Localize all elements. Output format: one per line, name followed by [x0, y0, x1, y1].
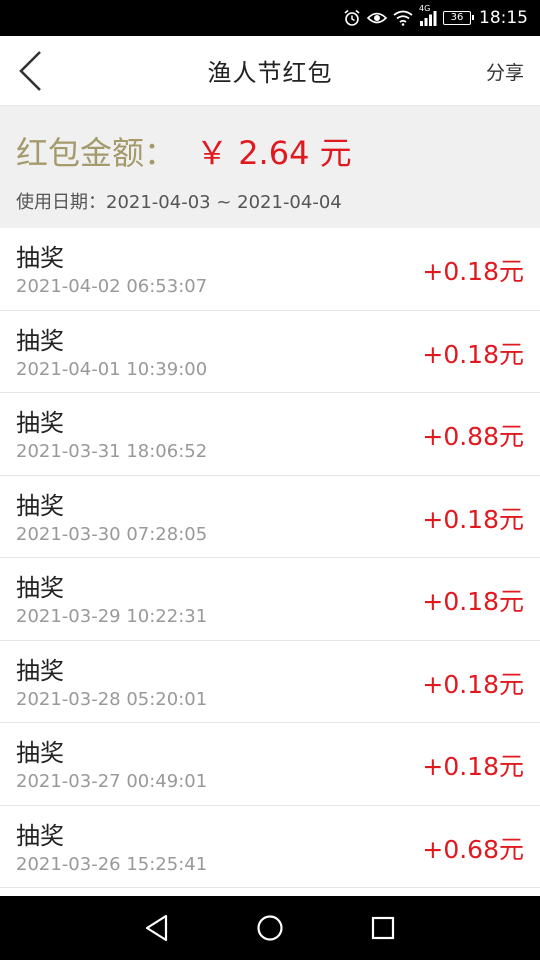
- record-time: 2021-03-29 10:22:31: [16, 606, 208, 627]
- battery-icon: 36: [443, 11, 474, 25]
- list-item[interactable]: 抽奖 2021-03-31 18:06:52 +0.88元: [0, 393, 540, 476]
- chevron-left-icon: [19, 51, 41, 91]
- share-button[interactable]: 分享: [486, 58, 524, 85]
- list-item[interactable]: 抽奖 2021-03-30 07:28:05 +0.18元: [0, 475, 540, 558]
- battery-level: 36: [443, 11, 474, 25]
- record-title: 抽奖: [16, 574, 64, 602]
- record-amount: +0.18元: [422, 587, 524, 616]
- record-title: 抽奖: [16, 491, 64, 520]
- record-time: 2021-03-27 00:49:01: [16, 771, 208, 792]
- nav-back-button[interactable]: [127, 898, 187, 958]
- amount-label: 红包金额：: [16, 134, 177, 172]
- home-circle-icon: [257, 915, 283, 941]
- record-time: 2021-03-28 05:20:01: [16, 688, 208, 710]
- record-title: 抽奖: [16, 739, 64, 767]
- record-title: 抽奖: [16, 409, 64, 437]
- list-item[interactable]: 抽奖 2021-03-26 15:25:41 +0.68元: [0, 805, 540, 888]
- alarm-icon: [343, 9, 361, 27]
- record-title: 抽奖: [16, 326, 64, 355]
- back-button[interactable]: [8, 46, 52, 96]
- amount-value: ￥ 2.64 元: [196, 134, 352, 172]
- record-time: 2021-03-31 18:06:52: [16, 441, 208, 462]
- list-item[interactable]: 抽奖 2021-03-27 00:49:01 +0.18元: [0, 723, 540, 806]
- record-amount: +0.18元: [422, 752, 524, 781]
- record-time: 2021-04-02 06:53:07: [16, 276, 208, 297]
- record-amount: +0.18元: [422, 504, 524, 534]
- wifi-icon: [393, 10, 413, 26]
- list-item[interactable]: 抽奖 2021-04-02 06:53:07 +0.18元: [0, 228, 540, 311]
- system-nav-bar: [0, 896, 540, 960]
- record-amount: +0.68元: [422, 834, 524, 864]
- back-triangle-icon: [145, 914, 167, 942]
- record-title: 抽奖: [16, 656, 64, 685]
- nav-home-button[interactable]: [240, 898, 300, 958]
- record-time: 2021-03-26 15:25:41: [16, 853, 208, 875]
- record-amount: +0.18元: [422, 257, 524, 286]
- record-amount: +0.88元: [422, 422, 524, 451]
- page-title: 渔人节红包: [207, 59, 333, 87]
- record-title: 抽奖: [16, 244, 64, 272]
- status-time: 18:15: [479, 8, 528, 28]
- amount-line: 红包金额： ￥ 2.64 元: [16, 128, 524, 174]
- signal-icon: 4G: [419, 4, 437, 26]
- list-item[interactable]: 抽奖 2021-03-28 05:20:01 +0.18元: [0, 640, 540, 723]
- record-time: 2021-04-01 10:39:00: [16, 358, 208, 380]
- list-item[interactable]: 抽奖 2021-04-01 10:39:00 +0.18元: [0, 310, 540, 393]
- nav-recents-button[interactable]: [353, 898, 413, 958]
- status-bar: 4G 36 18:15: [0, 0, 540, 36]
- record-amount: +0.18元: [422, 669, 524, 699]
- record-time: 2021-03-30 07:28:05: [16, 523, 208, 545]
- network-type: 4G: [419, 4, 431, 13]
- recents-square-icon: [372, 916, 395, 940]
- record-title: 抽奖: [16, 821, 64, 850]
- red-packet-summary: 红包金额： ￥ 2.64 元 使用日期：2021-04-03 ~ 2021-04…: [0, 106, 540, 228]
- validity-date: 使用日期：2021-04-03 ~ 2021-04-04: [16, 192, 342, 213]
- list-item[interactable]: 抽奖 2021-03-29 10:22:31 +0.18元: [0, 558, 540, 641]
- record-amount: +0.18元: [422, 339, 524, 369]
- eye-icon: [367, 10, 387, 26]
- app-header: 渔人节红包 分享: [0, 36, 540, 106]
- record-list: 抽奖 2021-04-02 06:53:07 +0.18元 抽奖 2021-04…: [0, 228, 540, 888]
